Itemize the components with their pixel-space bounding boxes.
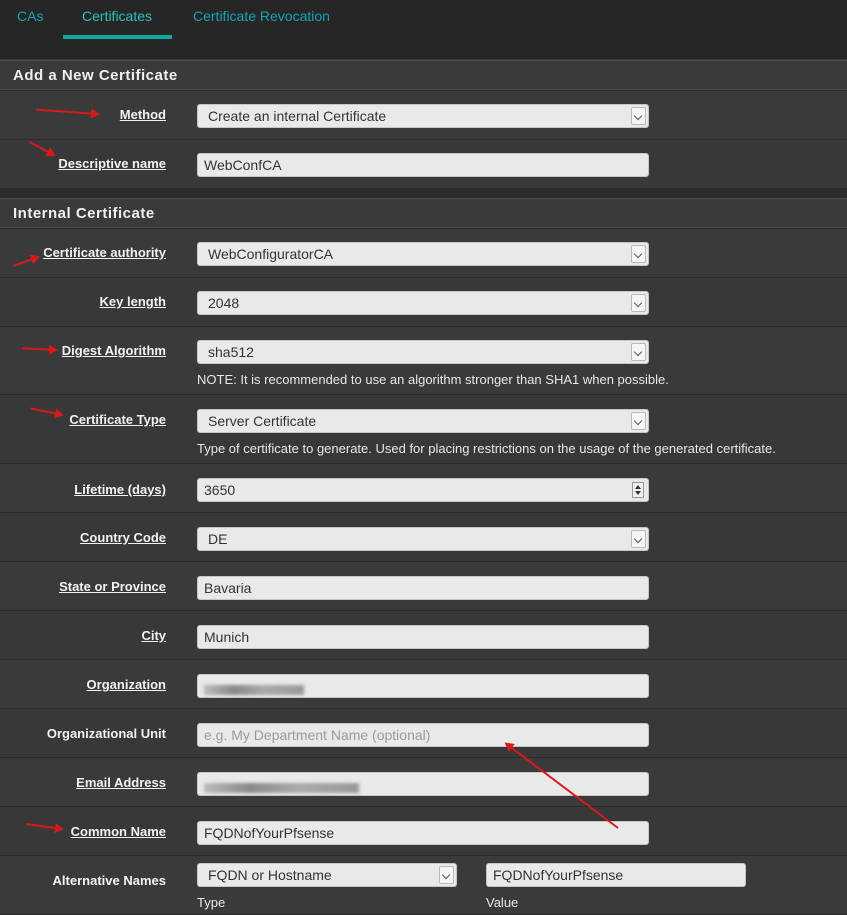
chevron-down-icon (631, 412, 646, 430)
email-address-input[interactable] (197, 772, 649, 796)
redacted-value (204, 783, 359, 794)
row-certificate-authority: Certificate authority WebConfiguratorCA (0, 229, 847, 278)
certificate-type-value: Server Certificate (208, 413, 317, 429)
row-method: Method Create an internal Certificate (0, 91, 847, 140)
section-title-internal-certificate: Internal Certificate (0, 198, 847, 228)
alternative-name-value-input[interactable]: FQDNofYourPfsense (486, 863, 746, 887)
chevron-down-icon (631, 107, 646, 125)
tab-certificate-revocation[interactable]: Certificate Revocation (193, 8, 330, 24)
descriptive-name-label: Descriptive name (58, 156, 166, 171)
row-organizational-unit: Organizational Unit e.g. My Department N… (0, 709, 847, 758)
lifetime-label: Lifetime (days) (74, 482, 166, 497)
key-length-select[interactable]: 2048 (197, 291, 649, 315)
digest-algorithm-label: Digest Algorithm (61, 343, 166, 358)
organizational-unit-label: Organizational Unit (46, 726, 166, 741)
method-value: Create an internal Certificate (208, 108, 387, 124)
organization-input[interactable] (197, 674, 649, 698)
number-spinner-icon[interactable] (632, 482, 644, 498)
country-code-value: DE (208, 531, 228, 547)
row-key-length: Key length 2048 (0, 278, 847, 327)
row-state: State or Province Bavaria (0, 562, 847, 611)
state-input[interactable]: Bavaria (197, 576, 649, 600)
key-length-label: Key length (99, 294, 166, 309)
chevron-down-icon (631, 343, 646, 361)
certificate-type-select[interactable]: Server Certificate (197, 409, 649, 433)
certificate-authority-select[interactable]: WebConfiguratorCA (197, 242, 649, 266)
row-organization: Organization (0, 660, 847, 709)
certificate-type-help: Type of certificate to generate. Used fo… (197, 441, 776, 456)
row-email-address: Email Address (0, 758, 847, 807)
descriptive-name-input[interactable]: WebConfCA (197, 153, 649, 177)
chevron-down-icon (631, 245, 646, 263)
organization-label: Organization (86, 677, 166, 692)
city-label: City (141, 628, 166, 643)
row-country-code: Country Code DE (0, 513, 847, 562)
common-name-label: Common Name (70, 824, 166, 839)
city-input[interactable]: Munich (197, 625, 649, 649)
row-city: City Munich (0, 611, 847, 660)
tab-certificates[interactable]: Certificates (82, 8, 152, 24)
lifetime-input[interactable]: 3650 (197, 478, 649, 502)
certificate-authority-value: WebConfiguratorCA (208, 246, 334, 262)
alternative-name-type-caption: Type (197, 895, 226, 910)
active-tab-indicator (63, 35, 172, 39)
organizational-unit-input[interactable]: e.g. My Department Name (optional) (197, 723, 649, 747)
alternative-names-label: Alternative Names (52, 873, 166, 888)
row-common-name: Common Name FQDNofYourPfsense (0, 807, 847, 856)
redacted-value (204, 685, 304, 696)
method-select[interactable]: Create an internal Certificate (197, 104, 649, 128)
alternative-name-type-select[interactable]: FQDN or Hostname (197, 863, 457, 887)
email-address-label: Email Address (76, 775, 166, 790)
country-code-label: Country Code (80, 530, 166, 545)
row-lifetime: Lifetime (days) 3650 (0, 464, 847, 513)
country-code-select[interactable]: DE (197, 527, 649, 551)
digest-algorithm-select[interactable]: sha512 (197, 340, 649, 364)
digest-algorithm-value: sha512 (208, 344, 254, 360)
section-gap (0, 189, 847, 198)
digest-algorithm-help: NOTE: It is recommended to use an algori… (197, 372, 669, 387)
alternative-name-type-value: FQDN or Hostname (208, 867, 332, 883)
row-descriptive-name: Descriptive name WebConfCA (0, 140, 847, 189)
alternative-name-value-caption: Value (486, 895, 519, 910)
lifetime-value: 3650 (204, 482, 236, 498)
state-label: State or Province (59, 579, 166, 594)
row-alternative-names: Alternative Names FQDN or Hostname FQDNo… (0, 856, 847, 915)
chevron-down-icon (631, 294, 646, 312)
method-label: Method (119, 107, 166, 122)
common-name-input[interactable]: FQDNofYourPfsense (197, 821, 649, 845)
key-length-value: 2048 (208, 295, 240, 311)
row-digest-algorithm: Digest Algorithm sha512 NOTE: It is reco… (0, 327, 847, 395)
certificate-authority-label: Certificate authority (43, 245, 166, 260)
tab-bar: CAs Certificates Certificate Revocation (0, 0, 847, 60)
tab-cas[interactable]: CAs (17, 8, 43, 24)
section-title-new-certificate: Add a New Certificate (0, 60, 847, 90)
chevron-down-icon (631, 530, 646, 548)
chevron-down-icon (439, 866, 454, 884)
row-certificate-type: Certificate Type Server Certificate Type… (0, 395, 847, 464)
certificate-type-label: Certificate Type (69, 412, 166, 427)
